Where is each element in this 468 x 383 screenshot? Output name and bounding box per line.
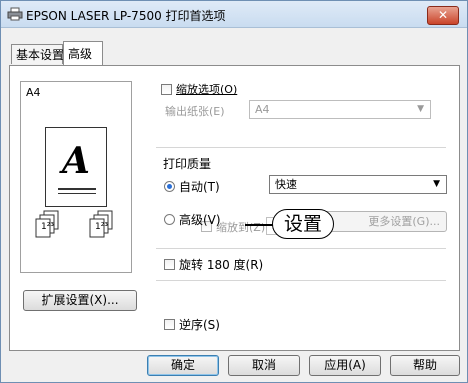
reduce-enlarge-label: 缩放选项(O) bbox=[176, 83, 238, 96]
divider bbox=[156, 248, 446, 249]
output-paper-select[interactable]: A4 ▼ bbox=[249, 100, 431, 119]
divider bbox=[156, 147, 446, 148]
settings-callout: 设置 bbox=[272, 209, 334, 239]
quality-auto-radio[interactable] bbox=[164, 181, 175, 192]
stack-right-label: 1²³ bbox=[95, 222, 108, 232]
zoom-to-label: 缩放到(Z) bbox=[216, 221, 266, 234]
title-bar: EPSON LASER LP-7500 打印首选项 ✕ bbox=[1, 1, 467, 28]
more-settings-button[interactable]: 更多设置(G)... bbox=[323, 211, 447, 232]
cancel-button[interactable]: 取消 bbox=[228, 355, 300, 376]
reduce-enlarge-checkbox[interactable] bbox=[161, 84, 172, 95]
divider bbox=[156, 280, 446, 281]
tab-advanced[interactable]: 高级 bbox=[63, 41, 103, 65]
extended-settings-button[interactable]: 扩展设置(X)... bbox=[23, 290, 137, 311]
rotate-180-label: 旋转 180 度(R) bbox=[179, 258, 264, 272]
quality-auto-label: 自动(T) bbox=[179, 180, 220, 194]
rotate-180-checkbox[interactable] bbox=[164, 259, 175, 270]
callout-leader-line bbox=[245, 224, 273, 226]
apply-button[interactable]: 应用(A) bbox=[309, 355, 381, 376]
stack-left-label: 1²³ bbox=[41, 222, 54, 232]
tab-basic-settings[interactable]: 基本设置 bbox=[11, 44, 64, 64]
quality-auto-value: 快速 bbox=[275, 178, 297, 191]
dropdown-arrow-icon: ▼ bbox=[433, 179, 440, 189]
ok-button[interactable]: 确定 bbox=[147, 355, 219, 376]
output-paper-value: A4 bbox=[255, 103, 270, 116]
close-button[interactable]: ✕ bbox=[427, 6, 459, 25]
page-preview-sheet: A bbox=[45, 127, 107, 207]
help-button[interactable]: 帮助 bbox=[390, 355, 460, 376]
preview-letter: A bbox=[62, 140, 90, 182]
dropdown-arrow-icon: ▼ bbox=[417, 104, 424, 114]
printer-icon bbox=[7, 7, 23, 21]
print-quality-heading: 打印质量 bbox=[163, 157, 212, 171]
window-title: EPSON LASER LP-7500 打印首选项 bbox=[26, 9, 226, 23]
reverse-order-label: 逆序(S) bbox=[179, 318, 220, 332]
paper-size-label: A4 bbox=[26, 86, 41, 99]
quality-advanced-label: 高级(V) bbox=[179, 213, 221, 227]
quality-advanced-radio[interactable] bbox=[164, 214, 175, 225]
reverse-order-checkbox[interactable] bbox=[164, 319, 175, 330]
page-preview: A4 A 1²³ 1²³ bbox=[20, 81, 132, 273]
print-preferences-window: EPSON LASER LP-7500 打印首选项 ✕ 基本设置 高级 A4 A… bbox=[0, 0, 468, 383]
quality-auto-select[interactable]: 快速 ▼ bbox=[269, 175, 447, 194]
output-paper-label: 输出纸张(E) bbox=[165, 105, 225, 118]
